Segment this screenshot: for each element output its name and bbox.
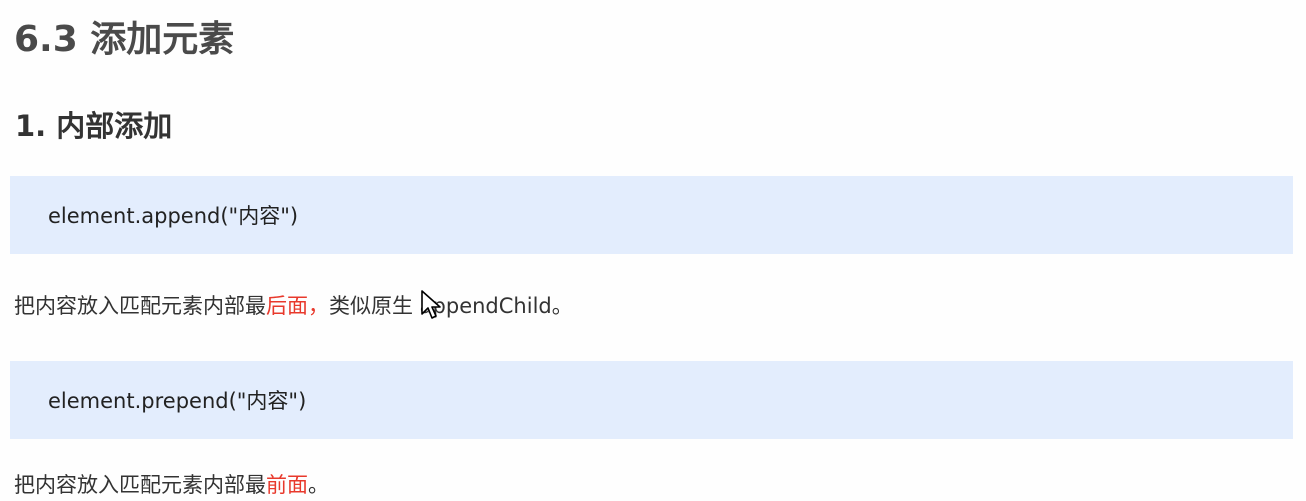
desc-prepend-after: 。 — [308, 473, 329, 497]
mouse-cursor-icon — [421, 290, 441, 319]
desc-append-after: 类似原生 appendChild。 — [329, 294, 573, 318]
code-append: element.append("内容") — [48, 204, 299, 228]
desc-append-before: 把内容放入匹配元素内部最 — [14, 294, 266, 318]
desc-prepend-highlight: 前面 — [266, 473, 308, 497]
code-block-prepend: element.prepend("内容") — [10, 361, 1293, 439]
description-append: 把内容放入匹配元素内部最后面，类似原生 appendChild。 — [14, 290, 573, 322]
subsection-title: 1. 内部添加 — [15, 109, 173, 143]
section-title: 6.3 添加元素 — [14, 19, 235, 60]
desc-prepend-before: 把内容放入匹配元素内部最 — [14, 473, 266, 497]
code-prepend: element.prepend("内容") — [48, 389, 307, 413]
code-block-append: element.append("内容") — [10, 176, 1293, 254]
description-prepend: 把内容放入匹配元素内部最前面。 — [14, 469, 329, 501]
desc-append-highlight: 后面， — [266, 294, 329, 318]
